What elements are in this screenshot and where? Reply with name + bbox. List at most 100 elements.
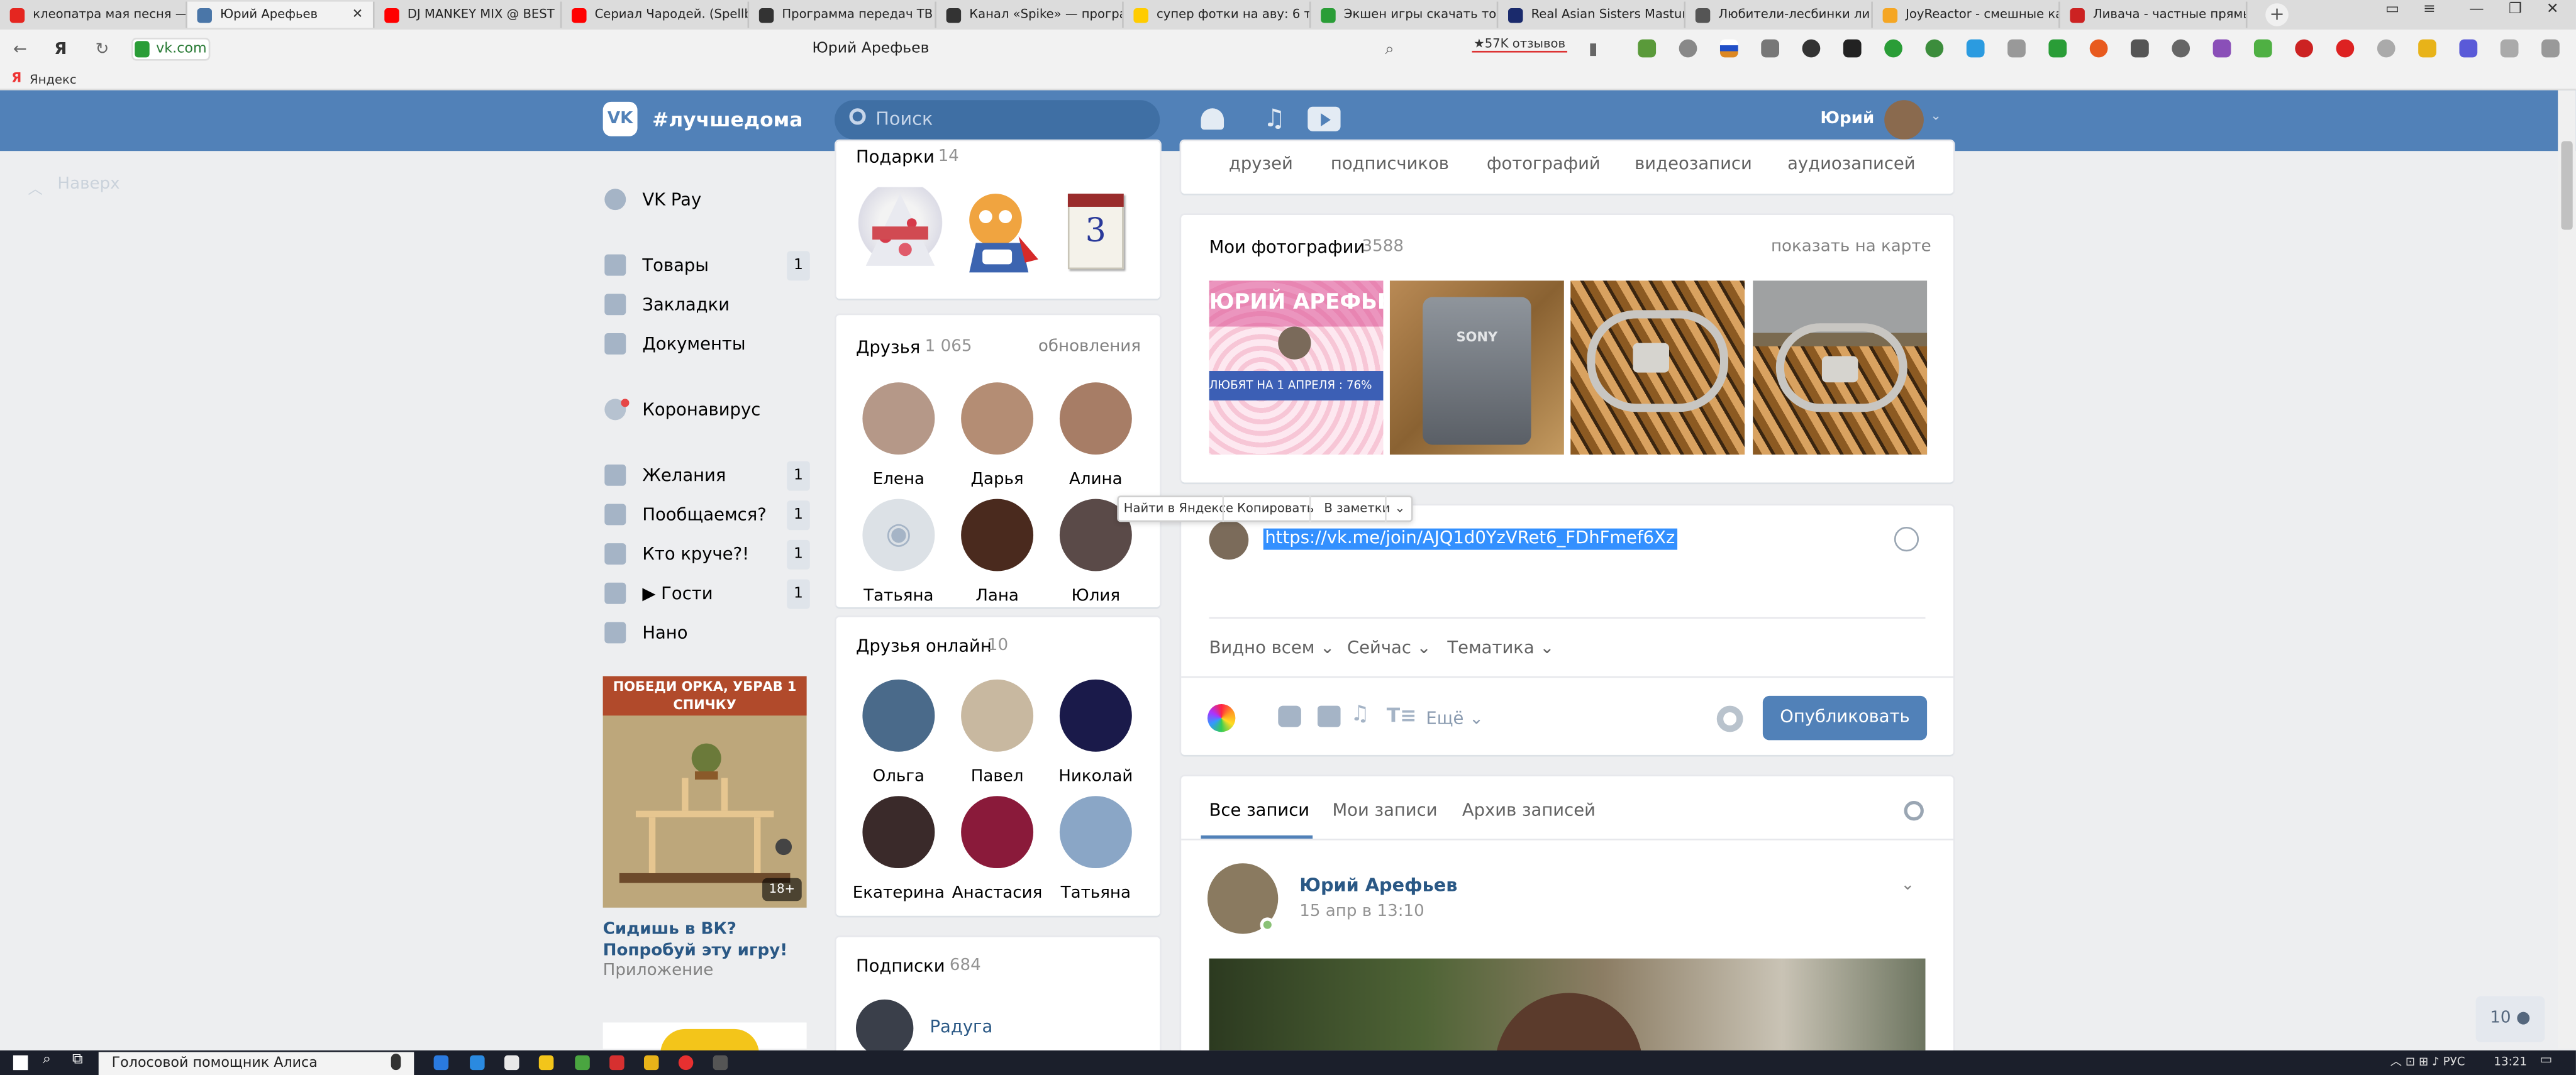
mail-icon[interactable] (433, 1055, 449, 1071)
scrollbar[interactable] (2558, 90, 2576, 1049)
music-icon[interactable]: ♫ (1350, 702, 1369, 729)
extension-icon[interactable] (2253, 39, 2272, 58)
system-tray[interactable]: ︿ ⊡ ⊞ ♪ РУС (2390, 1054, 2465, 1072)
browser-tab[interactable]: Real Asian Sisters Masturb (1498, 1, 1686, 28)
download-icon[interactable] (1638, 39, 1657, 58)
browser-tab[interactable]: JoyReactor - смешные ка (1873, 1, 2060, 28)
search-placeholder[interactable]: Поиск (875, 108, 933, 131)
publish-button[interactable]: Опубликовать (1762, 695, 1928, 741)
popup-to-notes[interactable]: В заметки (1309, 495, 1390, 522)
restore-icon[interactable]: ❐ (2509, 2, 2522, 18)
profile-counter[interactable]: видеозаписи (1635, 153, 1752, 176)
photo-3[interactable] (1570, 280, 1745, 455)
friend-item[interactable]: Павел (948, 679, 1046, 788)
store-icon[interactable] (504, 1055, 519, 1071)
app-icon[interactable] (713, 1055, 728, 1071)
microphone-icon[interactable] (391, 1054, 401, 1071)
bookmarks-icon[interactable]: ▭ (2385, 2, 2399, 18)
app-icon[interactable] (643, 1055, 659, 1071)
friend-item[interactable]: Екатерина (850, 796, 948, 904)
folder-icon[interactable] (538, 1055, 554, 1071)
browser-tab[interactable]: Сериал Чародей. (Spellb (562, 1, 750, 28)
menu-item[interactable]: VK Pay (604, 185, 814, 215)
vk-logo[interactable]: VK (602, 101, 638, 136)
search-icon[interactable]: ⌕ (1385, 41, 1394, 59)
profile-counter[interactable]: друзей (1229, 153, 1293, 176)
poster-icon[interactable] (1207, 703, 1236, 732)
browser-tab[interactable]: Экшен игры скачать торр (1311, 1, 1499, 28)
video-icon[interactable] (1317, 705, 1341, 727)
photo-2[interactable]: SONY (1389, 280, 1564, 455)
chevron-down-icon[interactable]: ⌄ (1930, 108, 1941, 123)
extension-icon[interactable] (2172, 39, 2190, 58)
extension-icon[interactable] (2459, 39, 2478, 58)
url-text[interactable]: vk.com (156, 40, 206, 59)
profile-counter[interactable]: аудиозаписей (1787, 153, 1916, 176)
scrollbar-thumb[interactable] (2561, 141, 2573, 230)
extension-icon[interactable] (2377, 39, 2396, 58)
subscription-name[interactable]: Радуга (930, 1016, 993, 1039)
gear-icon[interactable] (1716, 705, 1743, 732)
photo-1[interactable]: ЮРИЙ АРЕФЬЕ ЛЮБЯТ НА 1 АПРЕЛЯ : 76% (1209, 280, 1384, 455)
new-tab-button[interactable]: + (2265, 3, 2289, 26)
show-on-map-link[interactable]: показать на карте (1771, 236, 1931, 260)
windows-start-icon[interactable] (13, 1055, 28, 1071)
user-name[interactable]: Юрий (1820, 108, 1874, 131)
friend-item[interactable]: ◉ Татьяна (850, 499, 948, 607)
extension-icon[interactable] (1761, 39, 1780, 58)
gift-tree[interactable] (855, 187, 945, 276)
extension-icon[interactable] (2295, 39, 2313, 58)
app-icon[interactable] (609, 1055, 625, 1071)
flag-icon[interactable] (1719, 39, 1738, 58)
chevron-down-icon[interactable]: ⌄ (1385, 495, 1405, 522)
extension-icon[interactable] (1925, 39, 1944, 58)
extension-icon[interactable] (2089, 39, 2108, 58)
friends-updates-link[interactable]: обновления (1038, 336, 1141, 360)
edge-icon[interactable] (470, 1055, 485, 1071)
menu-item[interactable]: Документы (604, 330, 814, 360)
post-author[interactable]: Юрий Арефьев (1299, 873, 1457, 898)
menu-item[interactable]: Пообщаемся? 1 (604, 500, 814, 531)
extension-icon[interactable] (2336, 39, 2355, 58)
avatar[interactable] (1884, 100, 1924, 140)
friend-item[interactable]: Лана (948, 499, 1046, 607)
task-view-icon[interactable]: ⧉ (72, 1052, 83, 1068)
friend-item[interactable]: Дарья (948, 382, 1046, 490)
wall-tab[interactable]: Архив записей (1462, 799, 1596, 822)
visibility-dropdown[interactable]: Видно всем ⌄ (1209, 637, 1335, 660)
close-window-icon[interactable]: ✕ (2546, 2, 2559, 18)
friend-item[interactable]: Анастасия (948, 796, 1046, 904)
friends-online-title[interactable]: Друзья онлайн (856, 635, 992, 658)
search-icon[interactable]: ⌕ (43, 1052, 51, 1068)
ad-title[interactable]: Сидишь в ВК? Попробуй эту игру! (603, 919, 813, 962)
viewers-counter[interactable]: 10 ● (2475, 996, 2545, 1042)
subscriptions-title[interactable]: Подписки (856, 955, 945, 978)
extension-icon[interactable] (2500, 39, 2519, 58)
extension-icon[interactable] (1802, 39, 1821, 58)
app-icon[interactable] (575, 1055, 590, 1071)
extension-icon[interactable] (2007, 39, 2026, 58)
music-icon[interactable]: ♫ (1263, 104, 1285, 133)
minimize-icon[interactable]: — (2469, 2, 2484, 18)
popup-find-yandex[interactable]: Найти в Яндексе (1124, 495, 1233, 522)
taskbar-search-text[interactable]: Голосовой помощник Алиса (112, 1054, 318, 1073)
extension-icon[interactable] (2131, 39, 2149, 58)
text-icon[interactable]: T≡ (1387, 702, 1417, 729)
menu-item[interactable]: Товары 1 (604, 251, 814, 281)
time-dropdown[interactable]: Сейчас ⌄ (1347, 637, 1431, 660)
gift-vk-cat[interactable] (953, 187, 1041, 276)
browser-tab[interactable]: Любители-лесбинки ли (1685, 1, 1873, 28)
yandex-browser-icon[interactable] (678, 1055, 694, 1071)
arrow-up-icon[interactable]: ︿ (28, 177, 43, 199)
extension-icon[interactable] (2418, 39, 2436, 58)
friends-title[interactable]: Друзья (856, 336, 920, 360)
browser-tab[interactable]: Программа передач ТВ н (749, 1, 936, 28)
topic-dropdown[interactable]: Тематика ⌄ (1447, 637, 1554, 660)
wall-tab[interactable]: Мои записи (1332, 799, 1437, 822)
friend-item[interactable]: Алина (1046, 382, 1145, 490)
extension-icon[interactable] (1884, 39, 1902, 58)
extension-icon[interactable] (2541, 39, 2560, 58)
more-dropdown[interactable]: Ещё ⌄ (1426, 707, 1484, 730)
avatar[interactable] (855, 999, 914, 1057)
reload-icon[interactable]: ↻ (96, 41, 109, 59)
